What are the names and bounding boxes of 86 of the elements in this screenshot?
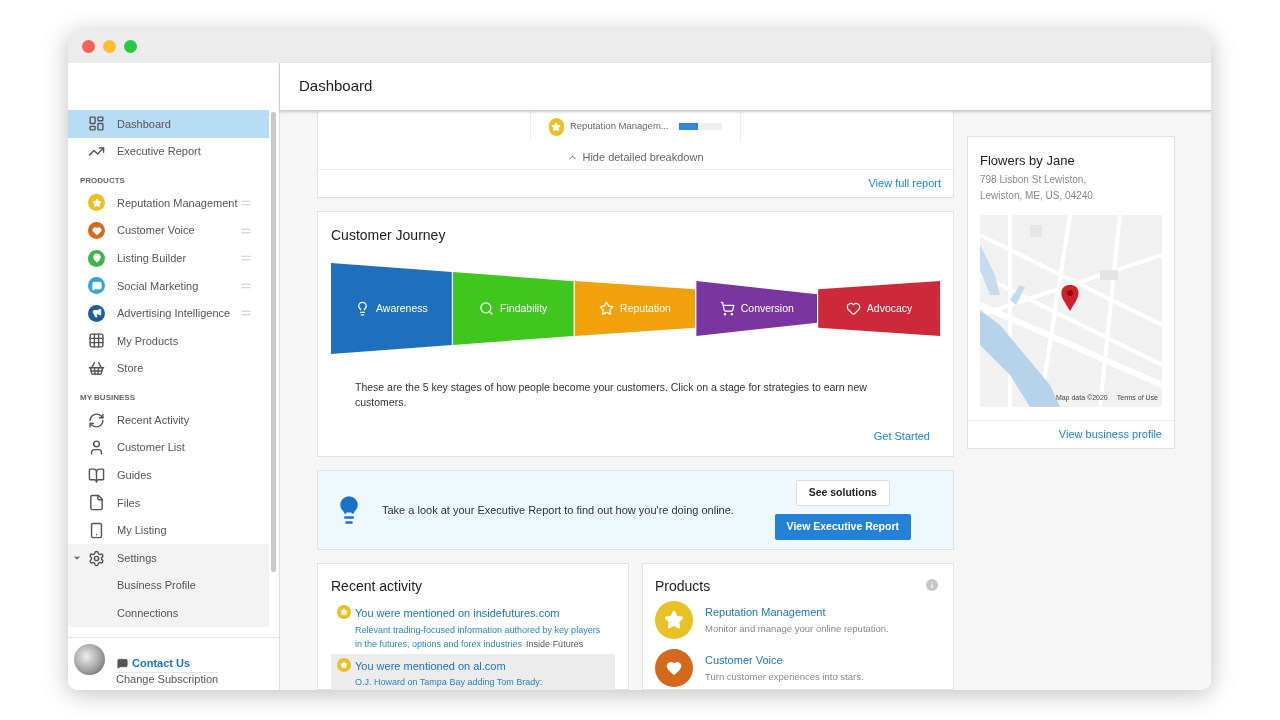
card-title: Products xyxy=(655,577,711,595)
sidebar-item[interactable]: Guides xyxy=(68,461,269,490)
search-icon xyxy=(479,301,495,316)
avatar xyxy=(74,644,105,675)
subscription-link[interactable]: Change Subscription xyxy=(116,672,219,686)
item-label: Advertising Intelligence xyxy=(117,306,231,322)
sidebar-item[interactable]: Store xyxy=(68,354,269,383)
dashboard-icon xyxy=(88,115,105,133)
item-label: Customer List xyxy=(117,440,185,456)
item-label: Reputation Management xyxy=(117,195,238,211)
settings-icon xyxy=(88,549,105,567)
basket-icon xyxy=(88,360,105,378)
info-icon[interactable] xyxy=(924,577,940,593)
star-icon xyxy=(337,605,351,619)
product-label: Reputation Managem... xyxy=(569,119,669,134)
journey-description: These are the 5 key stages of how people become your customers. Click on a stage for strategies to earn new customers. xyxy=(355,380,868,410)
banner-text: Take a look at your Executive Report to find out how you're doing online. xyxy=(382,502,734,518)
card-title: Recent activity xyxy=(331,577,424,595)
sidebar-item[interactable]: My Listing xyxy=(68,516,269,545)
sidebar-item[interactable]: Advertising Intelligence xyxy=(68,299,269,328)
sidebar-item[interactable]: Settings xyxy=(68,544,269,572)
chat-icon xyxy=(117,658,128,669)
card-title: Customer Journey xyxy=(331,226,447,245)
view-report-button[interactable]: View Executive Report xyxy=(774,514,911,540)
heart-icon xyxy=(845,301,861,316)
address-line: Lewiston, ME, US, 04240 xyxy=(980,188,1094,203)
item-label: Settings xyxy=(117,550,157,566)
journey-stage[interactable]: Advocacy xyxy=(818,281,940,336)
item-label: Executive Report xyxy=(117,144,201,160)
grid-icon xyxy=(88,332,105,350)
see-solutions-button[interactable]: See solutions xyxy=(795,480,890,506)
item-label: My Products xyxy=(117,333,179,349)
close-button[interactable] xyxy=(82,40,95,53)
sidebar-item[interactable]: Customer List xyxy=(68,433,269,462)
minimize-button[interactable] xyxy=(103,40,116,53)
report-link[interactable]: View full report xyxy=(868,175,941,192)
sidebar-subitem[interactable]: Connections xyxy=(68,599,269,628)
section-heading: PRODUCTS xyxy=(79,175,126,188)
phone-icon xyxy=(88,522,105,539)
refresh-icon xyxy=(88,411,105,429)
item-label: My Listing xyxy=(117,523,167,539)
activity-description: O.J. Howard on Tampa Bay adding Tom Brady: xyxy=(355,676,543,689)
address-line: 798 Lisbon St Lewiston, xyxy=(980,172,1088,187)
person-icon xyxy=(88,439,105,457)
activity-description: Relevant trading-focused information authored by key players in the futures, options and forex industries Inside Futures xyxy=(355,623,602,651)
sidebar-item[interactable]: Listing Builder xyxy=(68,244,269,272)
journey-stage[interactable]: Conversion xyxy=(696,281,818,336)
sidebar-item[interactable]: Reputation Management xyxy=(68,189,269,217)
cart-icon xyxy=(719,301,735,316)
activity-title[interactable]: You were mentioned on al.com xyxy=(355,657,543,674)
item-label: Files xyxy=(117,495,141,511)
item-label: Social Marketing xyxy=(117,278,199,294)
sidebar-item[interactable]: Dashboard xyxy=(68,110,269,138)
product-description: Turn customer experiences into stars. xyxy=(705,670,864,683)
sidebar-item[interactable]: My Products xyxy=(68,327,269,355)
sidebar-item[interactable]: Social Marketing xyxy=(68,271,269,300)
business-name: Flowers by Jane xyxy=(980,152,1076,170)
item-label: Guides xyxy=(117,468,152,484)
contact-link[interactable]: Contact Us xyxy=(117,657,219,670)
item-label: Store xyxy=(117,361,144,377)
item-label: Customer Voice xyxy=(117,223,195,239)
lightbulb-icon xyxy=(355,301,370,316)
sidebar-subitem[interactable]: Business Profile xyxy=(68,571,269,600)
breakdown-toggle[interactable]: Hide detailed breakdown xyxy=(567,149,704,166)
file-icon xyxy=(88,494,105,512)
star-icon xyxy=(599,301,615,316)
activity-item[interactable]: You were mentioned on al.com O.J. Howard on Tampa Bay adding Tom Brady: xyxy=(331,653,615,690)
section-heading: MY BUSINESS xyxy=(79,392,136,405)
item-label: Listing Builder xyxy=(117,250,187,266)
sidebar-item[interactable]: Recent Activity xyxy=(68,406,269,434)
sidebar-item[interactable]: Customer Voice xyxy=(68,216,269,245)
zoom-button[interactable] xyxy=(124,40,137,53)
item-label: Recent Activity xyxy=(117,412,190,428)
book-icon xyxy=(88,466,105,484)
item-label: Dashboard xyxy=(117,116,171,132)
activity-title[interactable]: You were mentioned on insidefutures.com xyxy=(355,605,609,622)
product-description: Monitor and manage your online reputation. xyxy=(705,622,889,635)
product-link[interactable]: Reputation Management xyxy=(705,604,889,621)
sidebar-item[interactable]: Executive Report xyxy=(68,137,269,166)
page-title: Dashboard xyxy=(299,76,373,97)
scrollbar[interactable] xyxy=(271,112,276,572)
product-link[interactable]: Customer Voice xyxy=(705,652,864,669)
business-profile-link[interactable]: View business profile xyxy=(1058,425,1162,443)
get-started-link[interactable]: Get Started xyxy=(873,428,930,445)
sidebar-item[interactable]: Files xyxy=(68,489,269,517)
journey-stage[interactable]: Awareness xyxy=(331,263,452,354)
